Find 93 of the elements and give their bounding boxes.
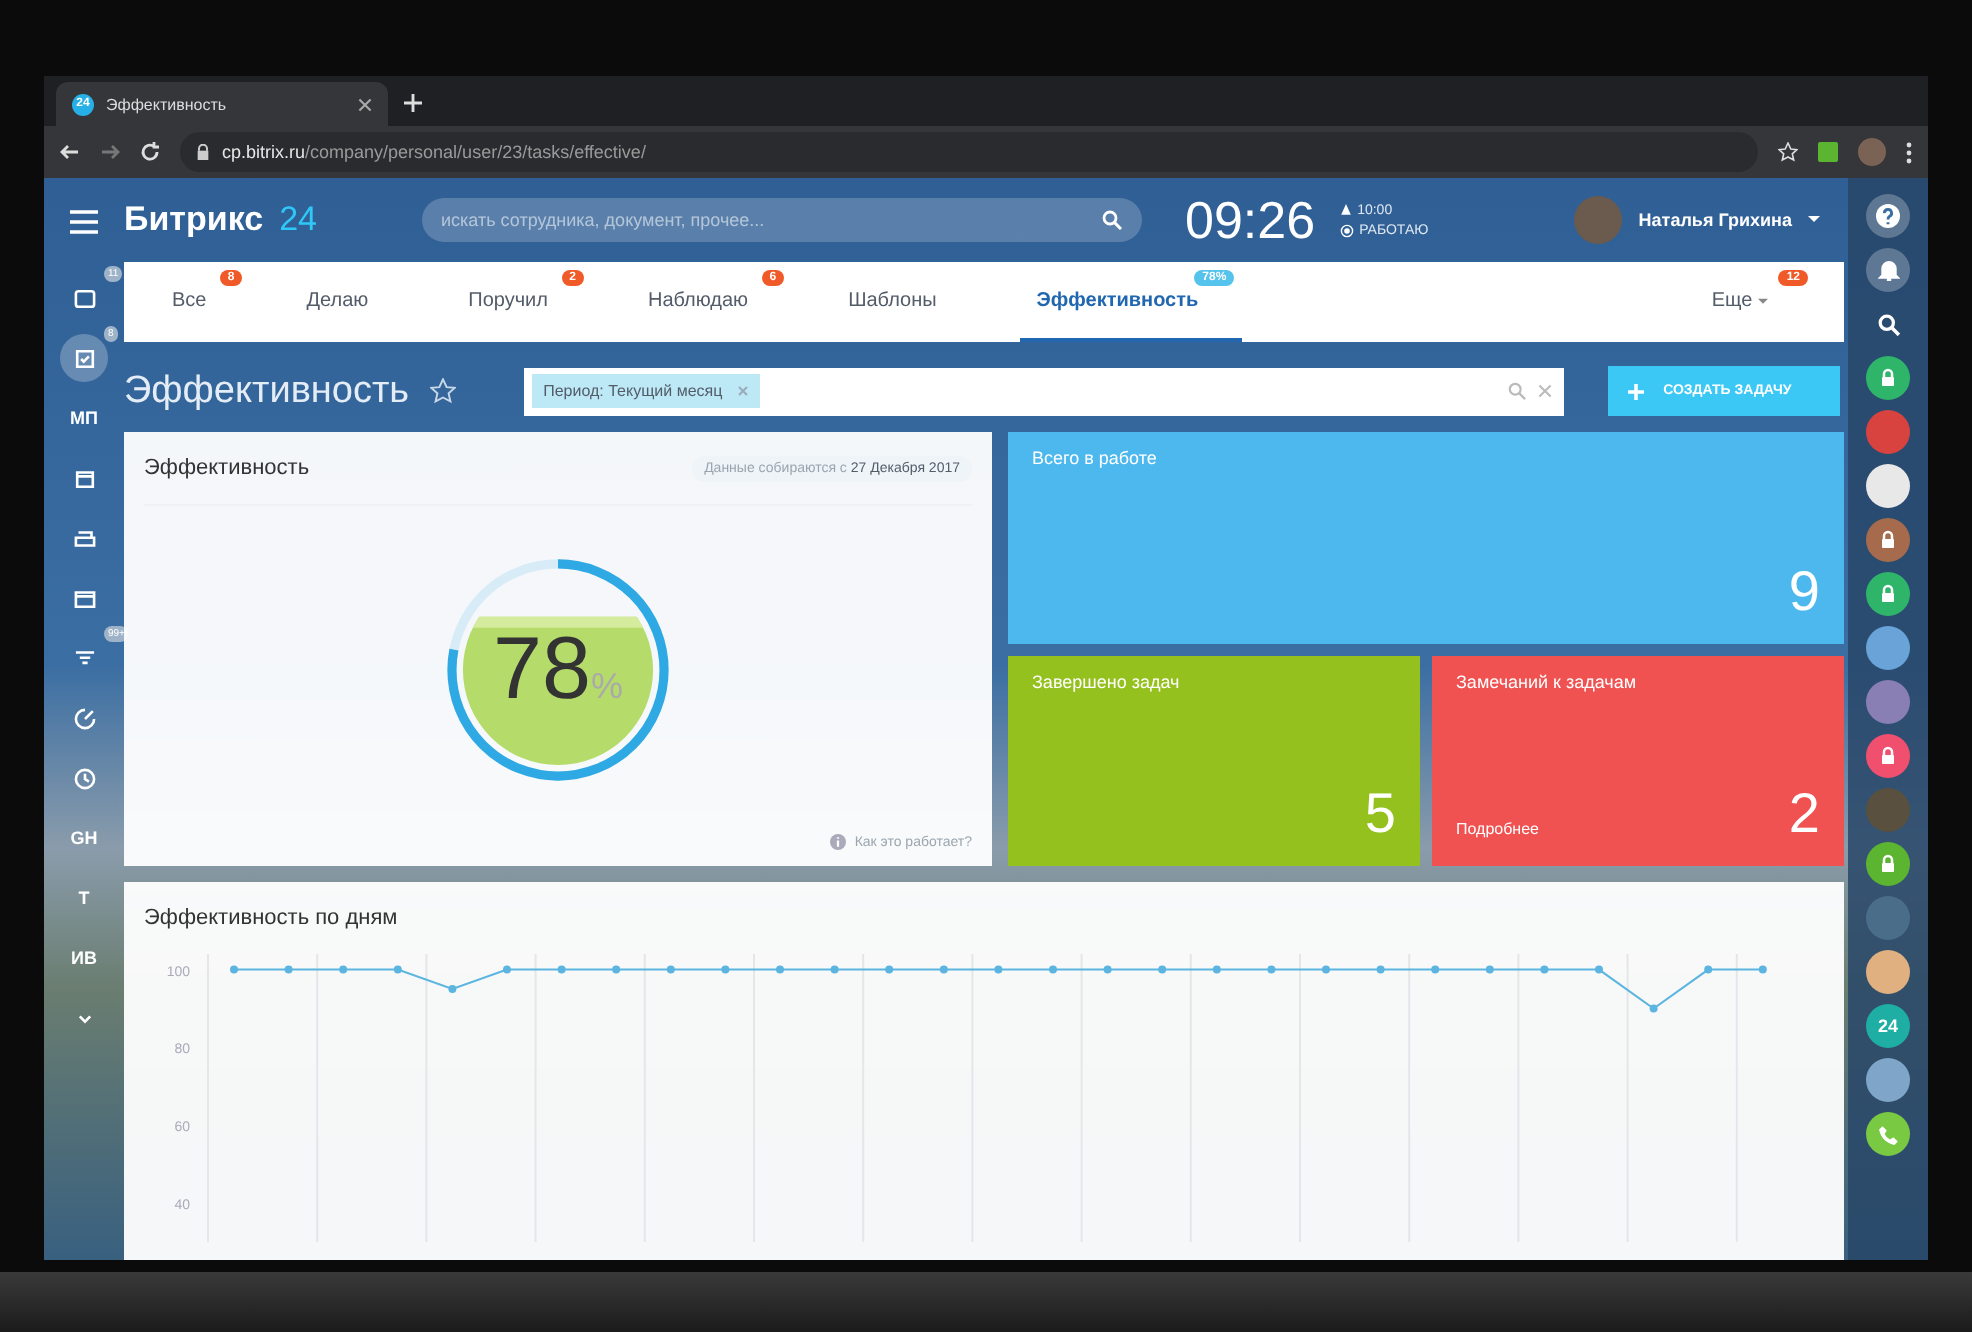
data-point xyxy=(1595,965,1603,974)
data-point xyxy=(1322,965,1330,974)
lock-icon xyxy=(1878,530,1898,550)
data-point xyxy=(1485,965,1494,974)
data-point xyxy=(1158,965,1167,974)
lock-icon xyxy=(1878,854,1898,874)
card-title: Эффективность xyxy=(144,456,310,480)
clock-time: 09:26 xyxy=(1185,189,1316,251)
radio-icon xyxy=(1339,223,1354,237)
chat-icon[interactable] xyxy=(1866,842,1910,886)
lock-icon xyxy=(1878,746,1898,766)
menu-icon xyxy=(71,285,97,311)
tile-label: Всего в работе xyxy=(1032,448,1159,468)
menu-icon[interactable] xyxy=(70,210,98,234)
data-point xyxy=(939,965,948,974)
menu-icon xyxy=(71,465,97,491)
data-point xyxy=(230,965,238,974)
data-point xyxy=(1649,1004,1658,1013)
data-point xyxy=(1212,965,1221,974)
more-icon[interactable] xyxy=(1906,141,1912,163)
tab[interactable]: Шаблоны xyxy=(832,262,981,342)
lock-icon xyxy=(1878,368,1898,388)
tile-value: 2 xyxy=(1788,782,1820,846)
data-point xyxy=(1540,965,1549,974)
menu-icon xyxy=(71,765,97,791)
contact-avatar[interactable] xyxy=(1866,464,1910,508)
data-point xyxy=(1049,965,1057,974)
logo[interactable]: Битрикс xyxy=(124,200,264,240)
reload-icon[interactable] xyxy=(140,142,160,162)
tile-value: 5 xyxy=(1364,782,1396,846)
page-title: Эффективность xyxy=(124,369,410,413)
caret-icon xyxy=(1758,297,1768,305)
forward-arrow-icon[interactable] xyxy=(100,142,120,162)
filter-field[interactable]: Период: Текущий месяц xyxy=(523,367,1564,415)
data-point xyxy=(1103,965,1112,974)
lock-icon xyxy=(1878,584,1898,604)
data-point xyxy=(666,965,675,974)
plus-icon[interactable] xyxy=(404,94,422,112)
data-point xyxy=(339,965,348,974)
data-point xyxy=(557,965,566,974)
chat-icon[interactable] xyxy=(1866,734,1910,778)
star-icon[interactable] xyxy=(429,378,456,404)
user-initials[interactable]: ИВ xyxy=(60,934,108,982)
chat-icon[interactable] xyxy=(1866,518,1910,562)
menu-icon xyxy=(71,705,97,731)
address-bar[interactable]: cp.bitrix.ru/company/personal/user/23/tasks/effective/ xyxy=(180,132,1758,172)
data-point xyxy=(612,965,621,974)
contact-avatar[interactable] xyxy=(1866,1058,1910,1102)
contact-avatar[interactable] xyxy=(1866,950,1910,994)
data-point xyxy=(393,965,402,974)
data-point xyxy=(994,965,1003,974)
user-initials[interactable]: МП xyxy=(60,394,108,442)
user-name[interactable]: Наталья Грихина xyxy=(1638,210,1792,230)
menu-icon xyxy=(71,345,97,371)
data-point xyxy=(1267,965,1276,974)
efficiency-percent: 78% xyxy=(493,620,623,720)
close-icon[interactable] xyxy=(358,97,372,111)
tile-value: 9 xyxy=(1788,560,1820,624)
chat-icon[interactable] xyxy=(1866,356,1910,400)
tab-title: Эффективность xyxy=(106,95,229,113)
filter-chip[interactable]: Период: Текущий месяц xyxy=(531,374,761,408)
tile-label: Завершено задач xyxy=(1032,672,1182,692)
data-point xyxy=(1704,965,1713,974)
data-point xyxy=(448,985,457,994)
menu-icon xyxy=(71,585,97,611)
lock-icon xyxy=(196,144,210,160)
data-point xyxy=(284,965,293,974)
sidebar-item[interactable] xyxy=(60,334,108,382)
menu-icon xyxy=(71,525,97,551)
tile-label: Замечаний к задачам xyxy=(1456,672,1639,692)
data-point xyxy=(830,965,839,974)
data-point xyxy=(776,965,784,974)
card-title: Эффективность по дням xyxy=(144,906,398,930)
phone-icon[interactable] xyxy=(1866,1112,1910,1156)
logo-number: 24 xyxy=(279,200,317,240)
info-icon xyxy=(830,834,847,850)
details-link[interactable]: Подробнее xyxy=(1456,820,1539,838)
plus-icon xyxy=(1627,383,1644,399)
data-point xyxy=(1431,965,1440,974)
data-point xyxy=(885,965,894,974)
data-point xyxy=(1758,965,1767,974)
data-point xyxy=(503,965,511,974)
tab[interactable]: Делаю xyxy=(290,262,413,342)
chat-icon[interactable] xyxy=(1866,572,1910,616)
star-icon[interactable] xyxy=(1778,142,1798,162)
contact-avatar[interactable] xyxy=(1866,626,1910,670)
help-icon[interactable] xyxy=(1866,194,1910,238)
search-icon xyxy=(1101,210,1121,230)
caret-icon[interactable] xyxy=(1808,216,1820,224)
data-point xyxy=(1376,965,1385,974)
user-initials[interactable]: Т xyxy=(60,874,108,922)
back-arrow-icon[interactable] xyxy=(60,142,80,162)
data-point xyxy=(721,965,730,974)
